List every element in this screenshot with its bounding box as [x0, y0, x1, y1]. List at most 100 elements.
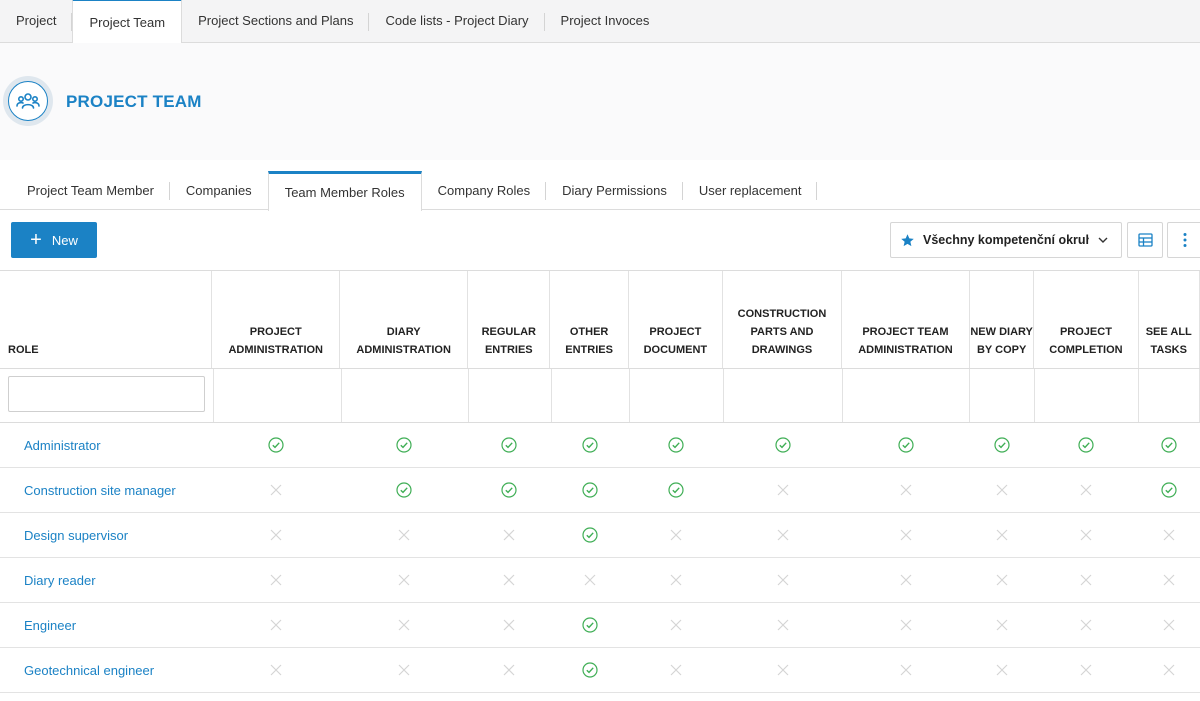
page-title: PROJECT TEAM: [66, 92, 202, 111]
column-header-project-document[interactable]: PROJECT DOCUMENT: [629, 271, 723, 368]
check-circle-icon: [582, 527, 598, 543]
cross-icon: [398, 664, 410, 676]
role-filter-input[interactable]: [8, 376, 205, 412]
cross-icon: [996, 619, 1008, 631]
cross-icon: [1163, 664, 1175, 676]
column-header-project-completion[interactable]: PROJECT COMPLETION: [1034, 271, 1139, 368]
cross-icon: [900, 574, 912, 586]
column-header-construction-parts[interactable]: CONSTRUCTION PARTS AND DRAWINGS: [723, 271, 842, 368]
column-header-project-team-administration[interactable]: PROJECT TEAM ADMINISTRATION: [842, 271, 970, 368]
tab-project-team-member[interactable]: Project Team Member: [11, 171, 170, 210]
tab-company-roles[interactable]: Company Roles: [422, 171, 547, 210]
table-row[interactable]: Design supervisor: [0, 513, 1200, 558]
cross-icon: [1163, 619, 1175, 631]
table-icon: [1137, 233, 1153, 247]
more-options-button[interactable]: [1167, 222, 1200, 258]
cross-icon: [1080, 529, 1092, 541]
check-circle-icon: [668, 437, 684, 453]
check-circle-icon: [501, 482, 517, 498]
tab-project[interactable]: Project: [0, 0, 73, 42]
role-name-link[interactable]: Engineer: [0, 603, 212, 647]
more-vertical-icon: [1183, 233, 1187, 247]
cross-icon: [900, 529, 912, 541]
table-row[interactable]: Geotechnical engineer: [0, 648, 1200, 693]
table-row[interactable]: Engineer: [0, 603, 1200, 648]
tab-project-invoices[interactable]: Project Invoces: [545, 0, 666, 42]
roles-table: ROLE PROJECT ADMINISTRATION DIARY ADMINI…: [0, 270, 1200, 693]
filter-value: Všechny kompetenční okruhy: [923, 233, 1089, 247]
cross-icon: [584, 574, 596, 586]
cross-icon: [670, 529, 682, 541]
tab-companies[interactable]: Companies: [170, 171, 268, 210]
top-tab-bar: Project Project Team Project Sections an…: [0, 0, 1200, 43]
check-circle-icon: [396, 437, 412, 453]
cross-icon: [670, 574, 682, 586]
check-circle-icon: [1078, 437, 1095, 453]
cross-icon: [1080, 484, 1092, 496]
tab-project-team[interactable]: Project Team: [72, 0, 183, 43]
cross-icon: [996, 529, 1008, 541]
table-row[interactable]: Administrator: [0, 423, 1200, 468]
cross-icon: [1080, 574, 1092, 586]
competence-filter-select[interactable]: Všechny kompetenční okruhy: [890, 222, 1122, 258]
cross-icon: [777, 529, 789, 541]
table-row[interactable]: Construction site manager: [0, 468, 1200, 513]
page-header: PROJECT TEAM: [0, 43, 1200, 160]
check-circle-icon: [898, 437, 914, 453]
cross-icon: [777, 574, 789, 586]
role-name-link[interactable]: Administrator: [0, 423, 212, 467]
role-name-link[interactable]: Design supervisor: [0, 513, 212, 557]
tab-team-member-roles[interactable]: Team Member Roles: [267, 171, 422, 211]
role-name-link[interactable]: Diary reader: [0, 558, 212, 602]
sub-tab-bar: Project Team Member Companies Team Membe…: [0, 171, 1200, 211]
cross-icon: [670, 664, 682, 676]
tab-project-sections-and-plans[interactable]: Project Sections and Plans: [182, 0, 370, 42]
cross-icon: [996, 664, 1008, 676]
cross-icon: [503, 529, 515, 541]
column-header-regular-entries[interactable]: REGULAR ENTRIES: [468, 271, 551, 368]
cross-icon: [270, 664, 282, 676]
cross-icon: [996, 574, 1008, 586]
column-settings-button[interactable]: [1127, 222, 1163, 258]
chevron-down-icon: [1098, 237, 1108, 243]
check-circle-icon: [396, 482, 412, 498]
cross-icon: [996, 484, 1008, 496]
check-circle-icon: [582, 482, 598, 498]
column-header-other-entries[interactable]: OTHER ENTRIES: [550, 271, 629, 368]
cross-icon: [777, 484, 789, 496]
check-circle-icon: [582, 437, 598, 453]
check-circle-icon: [501, 437, 517, 453]
table-row[interactable]: Diary reader: [0, 558, 1200, 603]
cross-icon: [398, 529, 410, 541]
tab-code-lists-project-diary[interactable]: Code lists - Project Diary: [369, 0, 545, 42]
column-header-diary-administration[interactable]: DIARY ADMINISTRATION: [340, 271, 469, 368]
new-button-label: New: [51, 232, 78, 248]
column-header-role[interactable]: ROLE: [0, 271, 213, 368]
new-button[interactable]: + New: [11, 222, 97, 258]
cross-icon: [270, 619, 282, 631]
table-header-row: ROLE PROJECT ADMINISTRATION DIARY ADMINI…: [0, 270, 1200, 369]
column-header-see-all-tasks[interactable]: SEE ALL TASKS: [1139, 271, 1200, 368]
column-header-new-diary-by-copy[interactable]: NEW DIARY BY COPY: [970, 271, 1035, 368]
cross-icon: [670, 619, 682, 631]
tab-diary-permissions[interactable]: Diary Permissions: [546, 171, 683, 210]
cross-icon: [1080, 664, 1092, 676]
cross-icon: [503, 574, 515, 586]
page-icon: [3, 76, 53, 126]
check-circle-icon: [268, 437, 284, 453]
cross-icon: [503, 619, 515, 631]
cross-icon: [1080, 619, 1092, 631]
check-circle-icon: [582, 617, 598, 633]
role-name-link[interactable]: Geotechnical engineer: [0, 648, 212, 692]
cross-icon: [777, 619, 789, 631]
filter-row: [0, 369, 1200, 423]
cross-icon: [777, 664, 789, 676]
column-header-project-administration[interactable]: PROJECT ADMINISTRATION: [212, 271, 341, 368]
cross-icon: [900, 664, 912, 676]
role-name-link[interactable]: Construction site manager: [0, 468, 212, 512]
check-circle-icon: [668, 482, 684, 498]
cross-icon: [270, 529, 282, 541]
plus-icon: +: [30, 229, 42, 251]
check-circle-icon: [582, 662, 598, 678]
tab-user-replacement[interactable]: User replacement: [683, 171, 818, 210]
